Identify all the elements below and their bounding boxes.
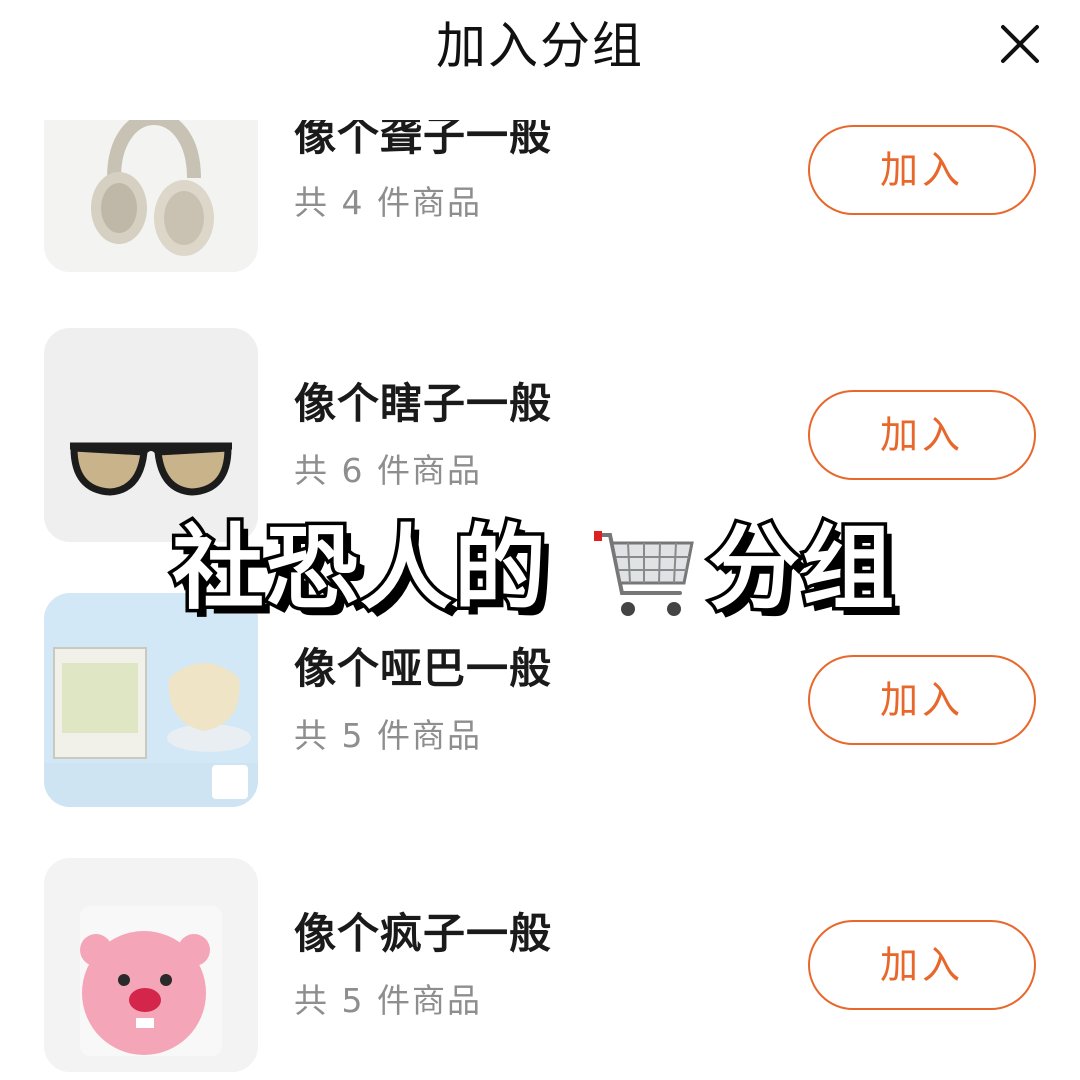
list-item: 像个疯子一般 共 5 件商品 加入 bbox=[0, 858, 1080, 1073]
group-count: 共 5 件商品 bbox=[294, 981, 482, 1020]
header: 加入分组 bbox=[0, 0, 1080, 100]
group-count: 共 4 件商品 bbox=[294, 183, 482, 222]
plush-thumbnail bbox=[44, 858, 258, 1072]
face-mask-thumbnail bbox=[44, 593, 258, 807]
close-icon[interactable] bbox=[998, 22, 1042, 66]
list-item: 像个哑巴一般 共 5 件商品 加入 bbox=[0, 593, 1080, 808]
group-name: 像个疯子一般 bbox=[294, 909, 553, 958]
add-button[interactable]: 加入 bbox=[808, 390, 1036, 480]
sunglasses-thumbnail bbox=[44, 328, 258, 542]
add-button[interactable]: 加入 bbox=[808, 655, 1036, 745]
list-item: 像个聋子一般 共 4 件商品 加入 bbox=[0, 120, 1080, 273]
list-item: 像个瞎子一般 共 6 件商品 加入 bbox=[0, 328, 1080, 543]
page-title: 加入分组 bbox=[436, 17, 644, 75]
add-button[interactable]: 加入 bbox=[808, 920, 1036, 1010]
group-name: 像个聋子一般 bbox=[294, 120, 553, 160]
add-button[interactable]: 加入 bbox=[808, 125, 1036, 215]
group-list: 像个聋子一般 共 4 件商品 加入 像个瞎子一般 共 6 件商品 加入 像个哑巴… bbox=[0, 120, 1080, 1080]
group-name: 像个哑巴一般 bbox=[294, 644, 553, 693]
group-count: 共 5 件商品 bbox=[294, 716, 482, 755]
group-count: 共 6 件商品 bbox=[294, 451, 482, 490]
headphones-thumbnail bbox=[44, 120, 258, 272]
group-name: 像个瞎子一般 bbox=[294, 379, 553, 428]
